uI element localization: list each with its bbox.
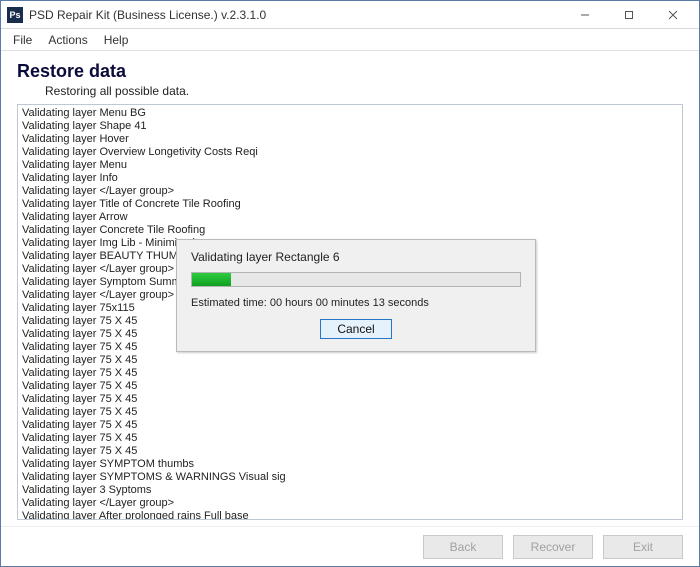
maximize-icon [624, 10, 634, 20]
minimize-icon [580, 10, 590, 20]
log-line: Validating layer SYMPTOM thumbs [22, 458, 678, 471]
app-icon: Ps [7, 7, 23, 23]
window-controls [563, 2, 695, 28]
log-line: Validating layer </Layer group> [22, 497, 678, 510]
menu-help[interactable]: Help [96, 31, 137, 49]
log-line: Validating layer Shape 41 [22, 120, 678, 133]
titlebar: Ps PSD Repair Kit (Business License.) v.… [1, 1, 699, 29]
progress-fill [192, 273, 231, 286]
log-line: Validating layer 75 X 45 [22, 419, 678, 432]
menu-actions[interactable]: Actions [40, 31, 95, 49]
log-line: Validating layer Info [22, 172, 678, 185]
log-line: Validating layer 75 X 45 [22, 406, 678, 419]
cancel-button[interactable]: Cancel [320, 319, 391, 339]
page-title: Restore data [17, 61, 683, 82]
minimize-button[interactable] [563, 2, 607, 28]
log-line: Validating layer 75 X 45 [22, 354, 678, 367]
menubar: File Actions Help [1, 29, 699, 51]
log-line: Validating layer 75 X 45 [22, 380, 678, 393]
log-line: Validating layer SYMPTOMS & WARNINGS Vis… [22, 471, 678, 484]
recover-button[interactable]: Recover [513, 535, 593, 559]
log-line: Validating layer 75 X 45 [22, 393, 678, 406]
button-bar: Back Recover Exit [1, 526, 699, 566]
log-line: Validating layer Overview Longetivity Co… [22, 146, 678, 159]
exit-button[interactable]: Exit [603, 535, 683, 559]
log-line: Validating layer 75 X 45 [22, 367, 678, 380]
log-line: Validating layer 75 X 45 [22, 432, 678, 445]
log-line: Validating layer Concrete Tile Roofing [22, 224, 678, 237]
log-line: Validating layer Hover [22, 133, 678, 146]
log-line: Validating layer Menu [22, 159, 678, 172]
log-line: Validating layer Menu BG [22, 107, 678, 120]
progress-dialog: Validating layer Rectangle 6 Estimated t… [176, 239, 536, 352]
modal-button-row: Cancel [191, 319, 521, 339]
log-line: Validating layer </Layer group> [22, 185, 678, 198]
estimate-label: Estimated time: 00 hours 00 minutes 13 s… [191, 297, 521, 309]
log-line: Validating layer 75 X 45 [22, 445, 678, 458]
close-icon [668, 10, 678, 20]
log-line: Validating layer 3 Syptoms [22, 484, 678, 497]
app-window: Ps PSD Repair Kit (Business License.) v.… [0, 0, 700, 567]
back-button[interactable]: Back [423, 535, 503, 559]
menu-file[interactable]: File [5, 31, 40, 49]
log-line: Validating layer Title of Concrete Tile … [22, 198, 678, 211]
window-title: PSD Repair Kit (Business License.) v.2.3… [29, 8, 563, 22]
log-line: Validating layer After prolonged rains F… [22, 510, 678, 520]
log-line: Validating layer Arrow [22, 211, 678, 224]
maximize-button[interactable] [607, 2, 651, 28]
close-button[interactable] [651, 2, 695, 28]
progress-bar [191, 272, 521, 287]
page-subtitle: Restoring all possible data. [45, 84, 683, 98]
progress-label: Validating layer Rectangle 6 [191, 250, 521, 264]
